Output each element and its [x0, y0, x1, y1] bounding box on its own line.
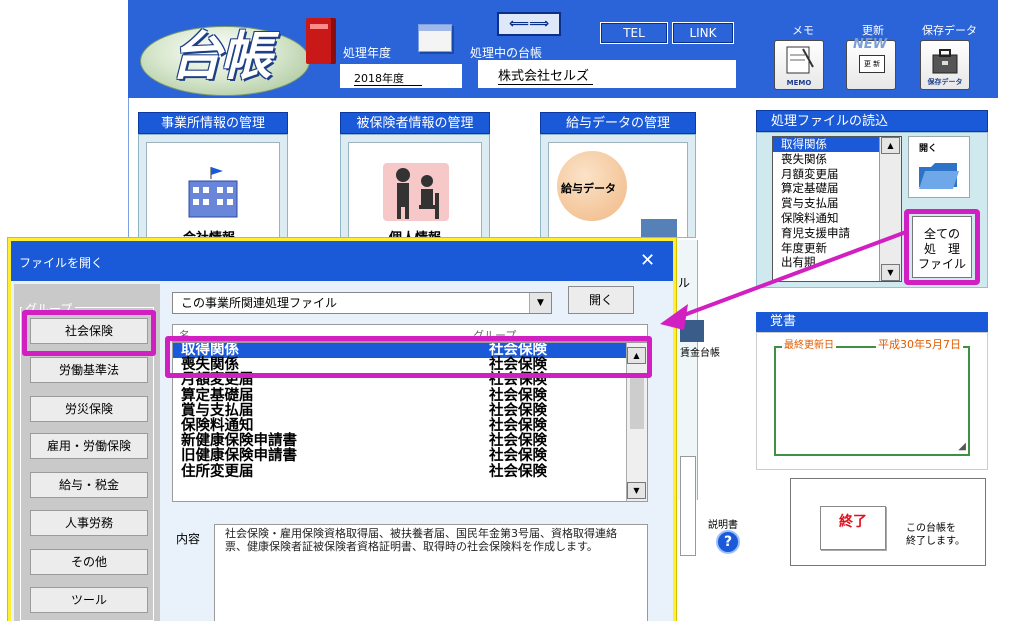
- tel-button[interactable]: TEL: [600, 22, 668, 44]
- content-label: 内容: [176, 532, 201, 546]
- group-button-hr[interactable]: 人事労務: [30, 510, 148, 536]
- folder-icon: [919, 163, 959, 189]
- dialog-title: ファイルを開く: [11, 241, 673, 281]
- row-name: 住所変更届: [181, 463, 254, 480]
- open-file-label: 開く: [919, 144, 938, 154]
- people-icon: [383, 163, 449, 221]
- exit-note: この台帳を 終了します。: [906, 522, 965, 548]
- wage-ledger-icon[interactable]: [680, 320, 704, 342]
- scroll-up-icon[interactable]: ▲: [881, 137, 900, 154]
- row-group: 社会保険: [489, 463, 547, 480]
- wage-ledger-label: 賃金台帳: [680, 348, 720, 359]
- memo-icon-label: メモ: [792, 24, 814, 37]
- exit-button[interactable]: 終了: [820, 506, 886, 550]
- manual-label: 説明書: [708, 520, 738, 531]
- update-caption: 更 新: [859, 55, 885, 73]
- fiscal-year-field: 2018年度: [340, 64, 462, 88]
- list-item[interactable]: 保険料通知 社会保険: [173, 417, 647, 434]
- company-name: 株式会社セルズ: [498, 69, 594, 85]
- row-group: 社会保険: [489, 448, 547, 465]
- chevron-down-icon[interactable]: ▼: [529, 293, 551, 313]
- all-files-highlight: [904, 209, 980, 285]
- file-scope-select[interactable]: この事業所関連処理ファイル: [172, 292, 552, 314]
- scroll-down-icon[interactable]: ▼: [627, 482, 646, 499]
- row-group: 社会保険: [489, 387, 547, 404]
- memo-textarea[interactable]: ◢: [774, 346, 970, 456]
- saved-data-caption: 保存データ: [927, 78, 963, 86]
- salary-data-label: 給与データ: [561, 182, 616, 195]
- scroll-down-icon[interactable]: ▼: [881, 264, 900, 281]
- file-panel-title: 処理ファイルの読込: [756, 110, 988, 132]
- row-name: 旧健康保険申請書: [181, 448, 297, 465]
- app-logo: 台帳: [170, 26, 272, 87]
- switch-ledger-button[interactable]: ⟸⟹: [497, 12, 561, 36]
- building-icon: [188, 167, 238, 218]
- personal-info-card[interactable]: 個人情報: [348, 142, 482, 246]
- hidden-label-fragment: ル: [678, 276, 691, 290]
- new-badge: NEW: [853, 37, 888, 52]
- open-file-button[interactable]: 開く: [908, 136, 970, 198]
- double-arrow-icon: ⟸⟹: [509, 16, 550, 32]
- insured-section-title: 被保険者情報の管理: [340, 112, 490, 134]
- eraser-icon[interactable]: ◢: [958, 441, 966, 452]
- selected-row-highlight: [165, 336, 652, 378]
- group-highlight: [22, 310, 156, 356]
- group-button-salary-tax[interactable]: 給与・税金: [30, 472, 148, 498]
- office-section-title: 事業所情報の管理: [138, 112, 288, 134]
- binder-icon: [641, 219, 677, 239]
- fiscal-year-value: 2018年度: [354, 72, 422, 86]
- list-item[interactable]: 旧健康保険申請書 社会保険: [173, 449, 647, 464]
- row-name: 算定基礎届: [181, 387, 254, 404]
- help-icon[interactable]: ?: [716, 530, 740, 554]
- content-description: 社会保険・雇用保険資格取得届、被扶養者届、国民年金第3号届、資格取得連絡票、健康…: [214, 524, 648, 621]
- calendar-icon[interactable]: [418, 24, 452, 52]
- company-info-card[interactable]: 会社情報: [146, 142, 280, 246]
- group-button-workers-comp[interactable]: 労災保険: [30, 396, 148, 422]
- ledger-label: 処理中の台帳: [470, 46, 543, 60]
- list-item[interactable]: 賞与支払届 社会保険: [173, 402, 647, 419]
- row-group: 社会保険: [489, 417, 547, 434]
- link-button[interactable]: LINK: [672, 22, 734, 44]
- briefcase-icon[interactable]: 保存データ: [920, 40, 970, 90]
- close-icon[interactable]: ✕: [640, 250, 655, 271]
- saved-data-icon-label: 保存データ: [922, 24, 977, 37]
- exit-note-line: この台帳を: [906, 523, 956, 534]
- row-name: 賞与支払届: [181, 402, 254, 419]
- exit-note-line: 終了します。: [906, 536, 965, 547]
- list-item[interactable]: 算定基礎届 社会保険: [173, 387, 647, 404]
- row-name: 保険料通知: [181, 417, 254, 434]
- scroll-thumb[interactable]: [630, 373, 644, 429]
- memo-title: 覚書: [756, 312, 988, 332]
- update-icon[interactable]: NEW 更 新: [846, 37, 896, 90]
- memo-icon[interactable]: MEMO: [774, 40, 824, 90]
- file-list-scrollbar[interactable]: ▲ ▼: [879, 137, 901, 281]
- memo-caption: MEMO: [786, 79, 812, 87]
- group-button-labor-standards[interactable]: 労働基準法: [30, 357, 148, 383]
- dialog-open-button[interactable]: 開く: [568, 286, 634, 314]
- update-icon-label: 更新: [862, 24, 884, 37]
- memo-last-updated: 平成30年5月7日: [876, 336, 963, 352]
- salary-data-card[interactable]: 給与データ: [548, 142, 688, 239]
- group-button-other[interactable]: その他: [30, 549, 148, 575]
- memo-last-updated-label: 最終更新日: [782, 336, 836, 351]
- fiscal-year-label: 処理年度: [343, 46, 392, 60]
- list-item[interactable]: 住所変更届 社会保険: [173, 463, 647, 480]
- ledger-book-icon: [306, 18, 336, 64]
- group-button-tools[interactable]: ツール: [30, 587, 148, 613]
- salary-section-title: 給与データの管理: [540, 112, 696, 134]
- group-button-employment-insurance[interactable]: 雇用・労働保険: [30, 433, 148, 459]
- row-group: 社会保険: [489, 402, 547, 419]
- left-panel-edge: [680, 456, 696, 556]
- company-field: 株式会社セルズ: [478, 60, 736, 88]
